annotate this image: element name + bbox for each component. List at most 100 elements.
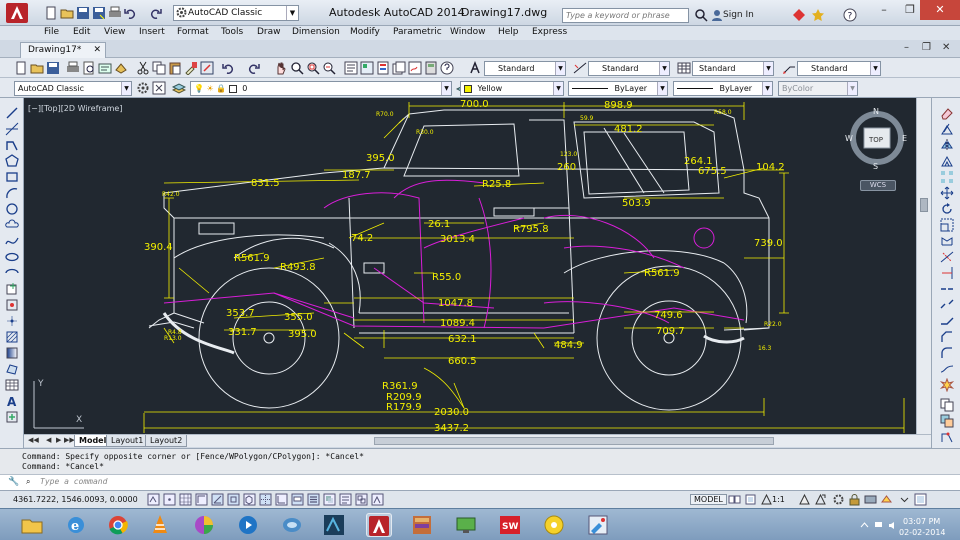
infer-constraints-icon[interactable]	[147, 493, 160, 506]
hardware-acceleration-icon[interactable]	[864, 493, 877, 506]
multiline-text-icon[interactable]: A	[5, 394, 19, 409]
3d-object-snap-icon[interactable]	[243, 493, 256, 506]
dim-style-dropdown[interactable]: Standard ▼	[588, 61, 670, 76]
qnew-icon[interactable]	[14, 61, 28, 75]
scale-icon[interactable]	[940, 218, 954, 232]
isolate-objects-icon[interactable]	[880, 493, 893, 506]
tab-layout2[interactable]: Layout2	[145, 435, 188, 447]
file-explorer-icon[interactable]	[20, 513, 46, 537]
edit-polyline-icon[interactable]	[940, 430, 954, 444]
ellipse-arc-icon[interactable]	[5, 266, 19, 280]
chrome-icon[interactable]	[106, 513, 132, 537]
close-button[interactable]: ✕	[920, 0, 960, 20]
menu-dimension[interactable]: Dimension	[292, 27, 340, 37]
pan-icon[interactable]	[274, 61, 288, 75]
menu-tools[interactable]: Tools	[221, 27, 243, 37]
explode-icon[interactable]	[939, 377, 955, 393]
menu-window[interactable]: Window	[450, 27, 486, 37]
mirror-icon[interactable]	[940, 138, 954, 152]
exchange-icon[interactable]	[792, 8, 806, 22]
object-snap-tracking-icon[interactable]	[259, 493, 272, 506]
autocad-taskbar-icon[interactable]	[366, 513, 392, 537]
make-block-icon[interactable]	[5, 298, 19, 312]
clean-screen-icon[interactable]	[914, 493, 927, 506]
menu-view[interactable]: View	[104, 27, 125, 37]
markup-icon[interactable]	[408, 61, 422, 75]
doc-restore-button[interactable]: ❐	[922, 42, 931, 53]
command-search-icon[interactable]: ⌕	[26, 477, 30, 487]
open-icon[interactable]	[60, 6, 74, 20]
tab-layout1[interactable]: Layout1	[106, 435, 149, 447]
vertical-scroll-thumb[interactable]	[920, 198, 928, 212]
network-icon[interactable]	[874, 521, 883, 530]
save-icon[interactable]	[46, 61, 60, 75]
auto-scale-icon[interactable]	[814, 493, 827, 506]
copy-icon[interactable]	[152, 61, 166, 75]
zoom-previous-icon[interactable]	[322, 61, 336, 75]
properties-icon[interactable]	[344, 61, 358, 75]
undo-icon[interactable]	[222, 61, 236, 75]
picasa-icon[interactable]	[192, 513, 218, 537]
circle-icon[interactable]	[5, 202, 19, 216]
polygon-icon[interactable]	[5, 154, 19, 168]
multileader-style-dropdown[interactable]: Standard ▼	[797, 61, 881, 76]
close-tab-icon[interactable]: ✕	[93, 43, 101, 58]
dim-style-icon[interactable]	[573, 61, 587, 75]
spline-icon[interactable]	[5, 234, 19, 248]
next-layout-icon[interactable]: ▶	[56, 436, 61, 444]
help-icon[interactable]	[440, 61, 454, 75]
block-editor-icon[interactable]	[200, 61, 214, 75]
polar-tracking-icon[interactable]	[211, 493, 224, 506]
sign-in-link[interactable]: Sign In	[723, 10, 754, 20]
polyline-icon[interactable]	[5, 138, 19, 152]
plotstyle-dropdown[interactable]: ByColor ▼	[778, 81, 858, 96]
sheet-set-icon[interactable]	[392, 61, 406, 75]
menu-draw[interactable]: Draw	[257, 27, 281, 37]
viewport-controls-label[interactable]: [−][Top][2D Wireframe]	[28, 104, 122, 113]
arc-icon[interactable]	[5, 186, 19, 200]
menu-insert[interactable]: Insert	[139, 27, 165, 37]
open-icon[interactable]	[30, 61, 44, 75]
stretch-icon[interactable]	[940, 234, 954, 248]
quick-view-drawings-icon[interactable]	[744, 493, 757, 506]
rotate-icon[interactable]	[940, 202, 954, 216]
status-bar-menu-icon[interactable]	[898, 493, 911, 506]
chamfer-icon[interactable]	[940, 330, 954, 344]
save-icon[interactable]	[76, 6, 90, 20]
construction-line-icon[interactable]	[5, 122, 19, 136]
minimize-button[interactable]: –	[870, 0, 898, 20]
lineweight-dropdown[interactable]: ByLayer ▼	[673, 81, 773, 96]
array-icon[interactable]	[940, 170, 954, 184]
lock-ui-icon[interactable]	[848, 493, 861, 506]
draworder-icon[interactable]	[940, 414, 954, 428]
grid-display-icon[interactable]	[179, 493, 192, 506]
save-as-icon[interactable]	[92, 6, 106, 20]
plot-icon[interactable]	[108, 6, 122, 20]
table-icon[interactable]	[5, 378, 19, 392]
zoom-realtime-icon[interactable]	[290, 61, 304, 75]
zoom-window-icon[interactable]	[306, 61, 320, 75]
volume-icon[interactable]	[888, 521, 897, 530]
tab-drawing17[interactable]: Drawing17* ✕	[20, 42, 106, 58]
join-icon[interactable]	[940, 314, 954, 328]
menu-modify[interactable]: Modify	[350, 27, 380, 37]
selection-cycling-icon[interactable]	[355, 493, 368, 506]
tool-palettes-icon[interactable]	[376, 61, 390, 75]
redo-icon[interactable]	[148, 6, 162, 20]
help-button[interactable]: ?	[843, 8, 857, 22]
pc-icon[interactable]	[454, 513, 480, 537]
prev-layout-icon[interactable]: ◀	[46, 436, 51, 444]
quick-properties-icon[interactable]	[339, 493, 352, 506]
autocad-logo-icon[interactable]	[6, 3, 28, 23]
region-icon[interactable]	[5, 362, 19, 376]
offset-icon[interactable]	[940, 154, 954, 168]
paint-icon[interactable]	[586, 513, 612, 537]
media-disc-icon[interactable]	[542, 513, 568, 537]
lineweight-toggle-icon[interactable]	[307, 493, 320, 506]
design-center-icon[interactable]	[360, 61, 374, 75]
quickcalc-icon[interactable]	[424, 61, 438, 75]
match-properties-icon[interactable]	[184, 61, 198, 76]
hatch-icon[interactable]	[5, 330, 19, 344]
menu-file[interactable]: File	[44, 27, 59, 37]
quick-view-layouts-icon[interactable]	[728, 493, 741, 506]
